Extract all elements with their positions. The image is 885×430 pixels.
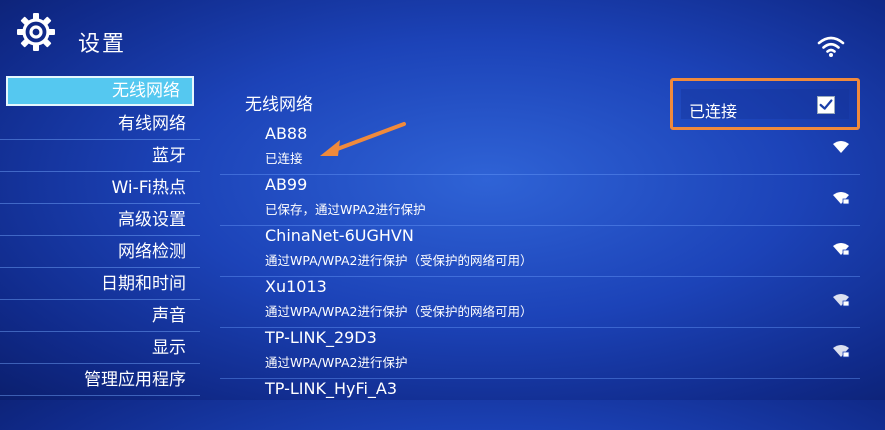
connected-highlight: 已连接 xyxy=(670,78,860,130)
network-status: 通过WPA/WPA2进行保护（受保护的网络可用） xyxy=(265,304,533,319)
checkmark-icon xyxy=(819,99,833,110)
gear-icon[interactable] xyxy=(14,10,58,54)
sidebar-item-label: 显示 xyxy=(152,338,186,358)
network-item[interactable]: Xu1013 通过WPA/WPA2进行保护（受保护的网络可用） xyxy=(220,277,860,328)
sidebar-item-label: 管理应用程序 xyxy=(84,370,186,390)
network-name: TP-LINK_HyFi_A3 xyxy=(265,379,398,398)
network-item[interactable]: AB99 已保存，通过WPA2进行保护 xyxy=(220,175,860,226)
annotation-arrow-icon xyxy=(320,122,406,156)
network-name: ChinaNet-6UGHVN xyxy=(265,226,414,245)
sidebar-item-apps[interactable]: 管理应用程序 xyxy=(0,364,200,396)
network-item[interactable]: TP-LINK_29D3 通过WPA/WPA2进行保护 xyxy=(220,328,860,379)
network-name: AB99 xyxy=(265,175,308,194)
sidebar-item-label: 高级设置 xyxy=(118,210,186,230)
sidebar-item-advanced[interactable]: 高级设置 xyxy=(0,204,200,236)
wifi-signal-lock-icon xyxy=(833,192,850,205)
sidebar-item-sound[interactable]: 声音 xyxy=(0,300,200,332)
network-name: Xu1013 xyxy=(265,277,327,296)
network-status: 通过WPA/WPA2进行保护（受保护的网络可用） xyxy=(265,253,533,268)
section-title: 无线网络 xyxy=(245,95,313,115)
sidebar-item-label: 有线网络 xyxy=(118,114,186,134)
network-status: 通过WPA/WPA2进行保护 xyxy=(265,355,408,370)
sidebar: 无线网络 有线网络 蓝牙 Wi-Fi热点 高级设置 网络检测 日期和时间 声音 … xyxy=(0,76,200,400)
sidebar-item-wireless[interactable]: 无线网络 xyxy=(6,76,194,106)
wifi-signal-lock-icon xyxy=(833,345,850,358)
sidebar-item-hotspot[interactable]: Wi-Fi热点 xyxy=(0,172,200,204)
wifi-signal-lock-icon xyxy=(833,294,850,307)
sidebar-item-label: 声音 xyxy=(152,306,186,326)
sidebar-item-label: Wi-Fi热点 xyxy=(111,178,186,198)
sidebar-item-network-check[interactable]: 网络检测 xyxy=(0,236,200,268)
network-status: 已保存，通过WPA2进行保护 xyxy=(265,202,426,217)
sidebar-item-date-time[interactable]: 日期和时间 xyxy=(0,268,200,300)
sidebar-item-label: 日期和时间 xyxy=(101,274,186,294)
page-title: 设置 xyxy=(78,32,127,57)
network-status: 已连接 xyxy=(265,151,303,166)
network-item[interactable]: TP-LINK_HyFi_A3 xyxy=(240,379,860,430)
sidebar-item-label: 蓝牙 xyxy=(152,146,186,166)
sidebar-item-bluetooth[interactable]: 蓝牙 xyxy=(0,140,200,172)
sidebar-item-label: 网络检测 xyxy=(118,242,186,262)
connected-checkbox[interactable] xyxy=(817,96,835,114)
network-name: TP-LINK_29D3 xyxy=(265,328,377,347)
header: 设置 xyxy=(0,0,885,72)
network-name: AB88 xyxy=(265,124,308,143)
network-item[interactable]: ChinaNet-6UGHVN 通过WPA/WPA2进行保护（受保护的网络可用） xyxy=(220,226,860,277)
wifi-signal-icon xyxy=(833,141,849,153)
sidebar-item-display[interactable]: 显示 xyxy=(0,332,200,364)
wifi-signal-lock-icon xyxy=(833,243,850,256)
sidebar-item-label: 无线网络 xyxy=(112,81,180,101)
connected-toggle[interactable]: 已连接 xyxy=(681,89,849,121)
sidebar-item-wired[interactable]: 有线网络 xyxy=(0,108,200,140)
wifi-icon xyxy=(817,36,845,57)
connected-label: 已连接 xyxy=(689,102,738,121)
